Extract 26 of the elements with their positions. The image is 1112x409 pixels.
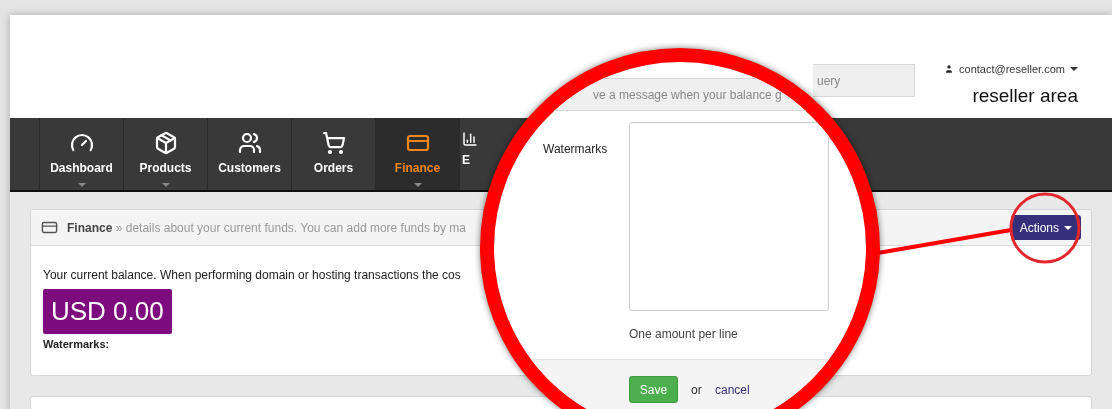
- callout-ring: [1009, 192, 1081, 264]
- caret-icon: [413, 183, 422, 187]
- credit-card-icon: [41, 219, 58, 236]
- area-title: reseller area: [972, 83, 1078, 108]
- cart-icon: [321, 131, 346, 155]
- field-label: Watermarks: [543, 141, 608, 158]
- actions-button[interactable]: Actions: [1010, 215, 1081, 240]
- panel-title: Finance » details about your current funds. You can add more funds by ma: [67, 219, 466, 237]
- caret-icon: [1070, 67, 1078, 72]
- message-field-text: ve a message when your balance g: [593, 86, 782, 104]
- cancel-link[interactable]: cancel: [715, 381, 750, 399]
- people-icon: [237, 131, 262, 155]
- nav-tab[interactable]: Finance: [376, 118, 460, 190]
- watermarks-textarea[interactable]: [629, 122, 829, 311]
- or-text: or: [691, 382, 702, 399]
- box-icon: [153, 131, 178, 155]
- caret-icon: [161, 183, 170, 187]
- caret-icon: [77, 183, 86, 187]
- help-text: One amount per line: [629, 326, 738, 343]
- caret-icon: [1064, 225, 1072, 230]
- bar-chart-icon: [462, 131, 478, 147]
- balance-badge: USD 0.00: [43, 289, 172, 334]
- message-field-text: uery: [817, 72, 841, 90]
- balance-description: Your current balance. When performing domain or hosting transactions the cos: [43, 267, 462, 284]
- user-menu[interactable]: contact@reseller.com: [944, 61, 1078, 78]
- user-icon: [944, 64, 955, 75]
